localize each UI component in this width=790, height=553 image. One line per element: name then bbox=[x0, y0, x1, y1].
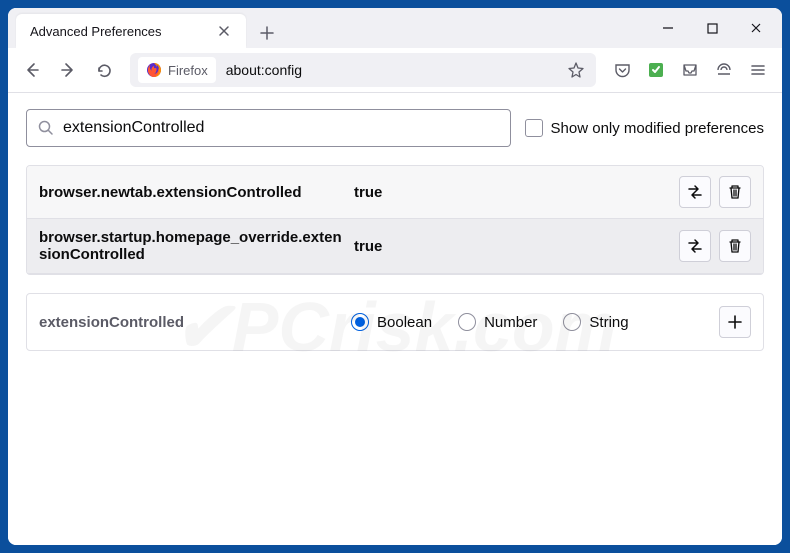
checkbox-icon bbox=[525, 119, 543, 137]
inbox-button[interactable] bbox=[674, 54, 706, 86]
reload-icon bbox=[96, 62, 113, 79]
radio-label: String bbox=[589, 314, 628, 331]
shield-button[interactable] bbox=[708, 54, 740, 86]
inbox-icon bbox=[681, 61, 699, 79]
plus-icon bbox=[260, 26, 274, 40]
add-pref-row: extensionControlled Boolean Number Strin… bbox=[26, 293, 764, 351]
pref-row[interactable]: browser.newtab.extensionControlled true bbox=[27, 166, 763, 219]
search-icon bbox=[37, 119, 55, 137]
new-tab-button[interactable] bbox=[252, 18, 282, 48]
identity-box[interactable]: Firefox bbox=[138, 57, 216, 83]
extension-icon bbox=[648, 62, 664, 78]
arrow-right-icon bbox=[59, 61, 77, 79]
reload-button[interactable] bbox=[88, 54, 120, 86]
star-icon bbox=[567, 61, 585, 79]
close-window-button[interactable] bbox=[734, 8, 778, 48]
pref-search-box[interactable] bbox=[26, 109, 511, 147]
pref-table: browser.newtab.extensionControlled true … bbox=[26, 165, 764, 275]
delete-button[interactable] bbox=[719, 230, 751, 262]
type-radio-group: Boolean Number String bbox=[351, 313, 707, 331]
pref-name: browser.newtab.extensionControlled bbox=[39, 184, 344, 201]
radio-label: Boolean bbox=[377, 314, 432, 331]
close-icon bbox=[218, 25, 230, 37]
firefox-icon bbox=[146, 62, 162, 78]
pref-value: true bbox=[354, 238, 669, 255]
radio-icon bbox=[351, 313, 369, 331]
radio-icon bbox=[458, 313, 476, 331]
pref-name: browser.startup.homepage_override.extens… bbox=[39, 229, 344, 263]
browser-window: Advanced Preferences bbox=[8, 8, 782, 545]
pref-value: true bbox=[354, 184, 669, 201]
forward-button[interactable] bbox=[52, 54, 84, 86]
close-tab-button[interactable] bbox=[212, 19, 236, 43]
about-config-content: ✔PCrisk.com Show only modified preferenc… bbox=[8, 93, 782, 545]
show-modified-checkbox[interactable]: Show only modified preferences bbox=[525, 119, 764, 137]
checkbox-label: Show only modified preferences bbox=[551, 120, 764, 137]
pocket-icon bbox=[614, 62, 631, 79]
radio-icon bbox=[563, 313, 581, 331]
toggle-icon bbox=[686, 183, 704, 201]
titlebar: Advanced Preferences bbox=[8, 8, 782, 48]
pref-row[interactable]: browser.startup.homepage_override.extens… bbox=[27, 219, 763, 274]
trash-icon bbox=[727, 184, 743, 200]
toggle-button[interactable] bbox=[679, 176, 711, 208]
extension-button[interactable] bbox=[640, 54, 672, 86]
minimize-icon bbox=[662, 22, 674, 34]
minimize-button[interactable] bbox=[646, 8, 690, 48]
delete-button[interactable] bbox=[719, 176, 751, 208]
app-menu-button[interactable] bbox=[742, 54, 774, 86]
tab-strip: Advanced Preferences bbox=[8, 8, 646, 48]
navigation-toolbar: Firefox bbox=[8, 48, 782, 93]
back-button[interactable] bbox=[16, 54, 48, 86]
radio-label: Number bbox=[484, 314, 537, 331]
radio-boolean[interactable]: Boolean bbox=[351, 313, 432, 331]
identity-label: Firefox bbox=[168, 63, 208, 78]
close-icon bbox=[750, 22, 762, 34]
row-actions bbox=[679, 176, 751, 208]
trash-icon bbox=[727, 238, 743, 254]
shield-icon bbox=[715, 61, 733, 79]
plus-icon bbox=[727, 314, 743, 330]
toggle-button[interactable] bbox=[679, 230, 711, 262]
add-pref-name: extensionControlled bbox=[39, 314, 339, 331]
add-button[interactable] bbox=[719, 306, 751, 338]
maximize-button[interactable] bbox=[690, 8, 734, 48]
browser-tab[interactable]: Advanced Preferences bbox=[16, 14, 246, 48]
radio-string[interactable]: String bbox=[563, 313, 628, 331]
toolbar-right bbox=[606, 54, 774, 86]
window-controls bbox=[646, 8, 778, 48]
url-bar[interactable]: Firefox bbox=[130, 53, 596, 87]
row-actions bbox=[679, 230, 751, 262]
tab-title: Advanced Preferences bbox=[30, 24, 202, 39]
pocket-button[interactable] bbox=[606, 54, 638, 86]
maximize-icon bbox=[707, 23, 718, 34]
radio-number[interactable]: Number bbox=[458, 313, 537, 331]
toggle-icon bbox=[686, 237, 704, 255]
pref-search-input[interactable] bbox=[55, 119, 500, 137]
arrow-left-icon bbox=[23, 61, 41, 79]
hamburger-icon bbox=[750, 62, 766, 78]
bookmark-star-button[interactable] bbox=[562, 56, 590, 84]
search-row: Show only modified preferences bbox=[26, 109, 764, 147]
url-input[interactable] bbox=[216, 62, 562, 78]
